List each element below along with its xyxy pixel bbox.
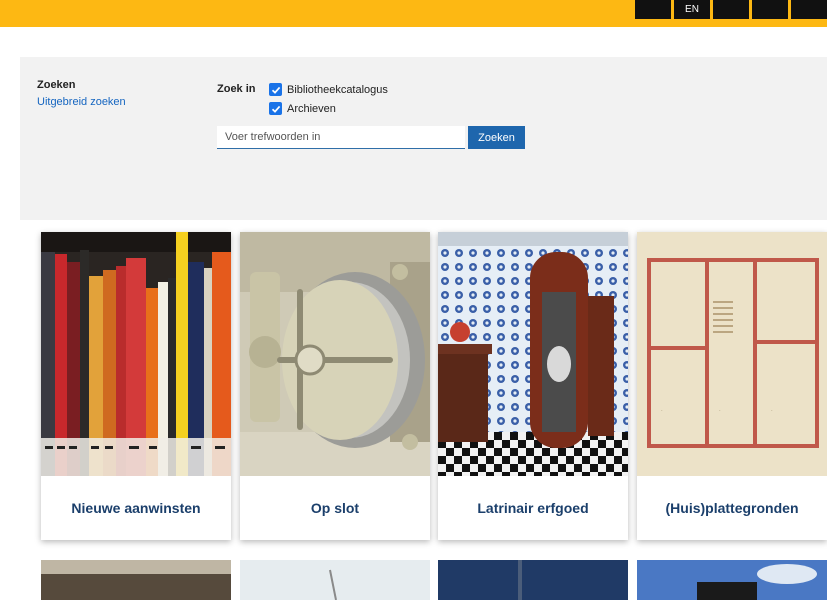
vault-door-photo [240, 232, 430, 476]
bookshelf-photo [41, 232, 231, 476]
collection-card-new-acquisitions[interactable]: Nieuwe aanwinsten [41, 232, 231, 540]
header-button-5[interactable] [791, 0, 827, 19]
search-panel: Zoeken Uitgebreid zoeken Zoek in Bibliot… [20, 57, 827, 220]
collection-card-latrine-heritage[interactable]: Latrinair erfgoed [438, 232, 628, 540]
header-button-4[interactable] [752, 0, 788, 19]
card-title[interactable]: Latrinair erfgoed [438, 476, 628, 540]
card-title[interactable]: Op slot [240, 476, 430, 540]
option-catalogue[interactable]: Bibliotheekcatalogus [269, 83, 388, 96]
card-title[interactable]: Nieuwe aanwinsten [41, 476, 231, 540]
search-input[interactable] [217, 126, 465, 149]
search-button[interactable]: Zoeken [468, 126, 525, 149]
header-toolbar: EN [635, 0, 827, 19]
collection-card-row2-2[interactable] [240, 560, 430, 600]
header-button-3[interactable] [713, 0, 749, 19]
top-bar: EN [0, 0, 827, 27]
option-catalogue-label: Bibliotheekcatalogus [287, 83, 388, 96]
collection-card-row2-4[interactable] [637, 560, 827, 600]
option-archives[interactable]: Archieven [269, 102, 336, 115]
option-archives-label: Archieven [287, 102, 336, 115]
card-title[interactable]: (Huis)plattegronden [637, 476, 827, 540]
collection-card-floor-plans[interactable]: --- (Huis)plattegronden [637, 232, 827, 540]
search-title: Zoeken [37, 79, 76, 91]
collection-card-row2-1[interactable] [41, 560, 231, 600]
header-button-1[interactable] [635, 0, 671, 19]
checkbox-archives[interactable] [269, 102, 282, 115]
tiled-urinal-photo [438, 232, 628, 476]
check-icon [271, 105, 280, 113]
floor-plan-drawing: --- [637, 232, 827, 476]
check-icon [271, 86, 280, 94]
checkbox-catalogue[interactable] [269, 83, 282, 96]
language-button[interactable]: EN [674, 0, 710, 19]
search-scope-label: Zoek in [217, 83, 256, 95]
advanced-search-link[interactable]: Uitgebreid zoeken [37, 96, 126, 108]
collection-card-row2-3[interactable] [438, 560, 628, 600]
collection-card-locked[interactable]: Op slot [240, 232, 430, 540]
